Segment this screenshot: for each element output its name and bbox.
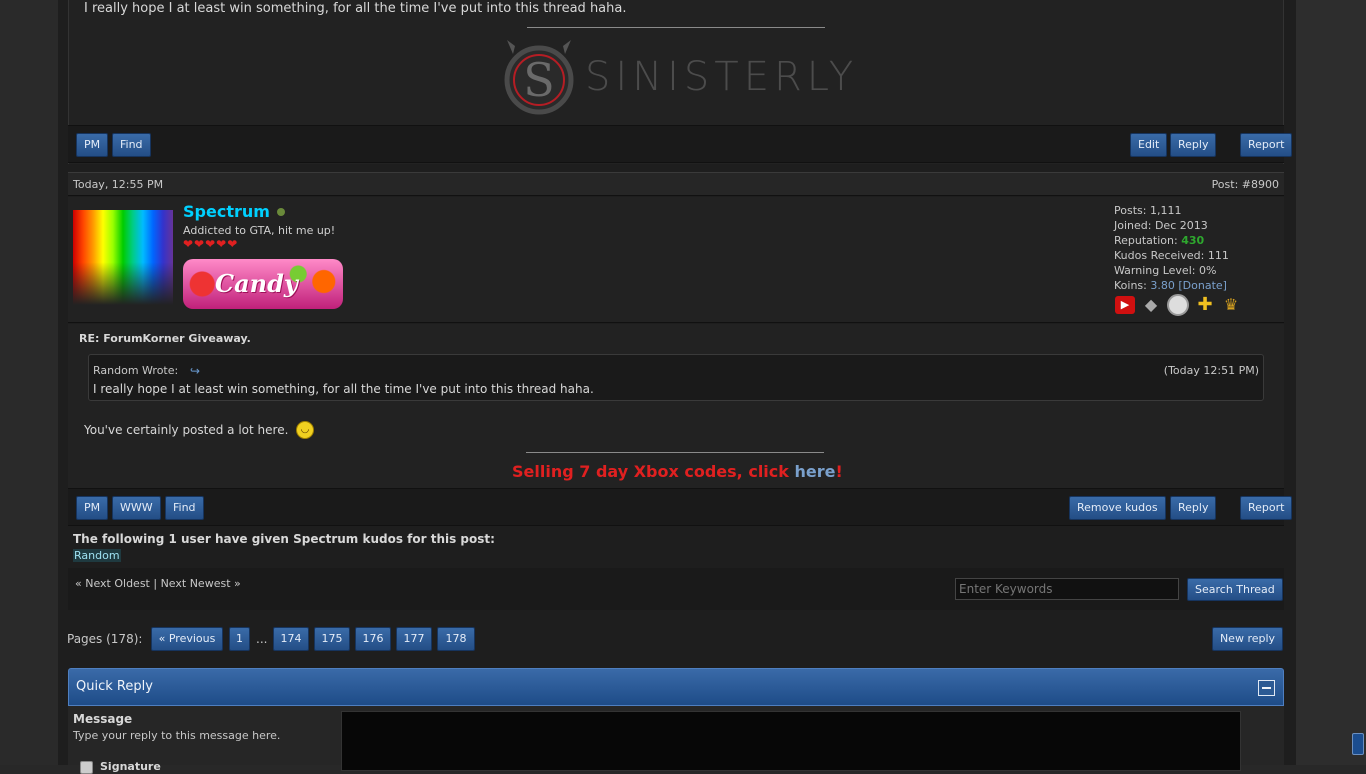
- sinisterly-logo-text: SINISTERLY: [585, 54, 859, 100]
- reputation: Reputation: 430: [1114, 233, 1279, 248]
- reputation-label: Reputation:: [1114, 234, 1182, 247]
- warning-level: Warning Level: 0%: [1114, 264, 1217, 277]
- message-hint: Type your reply to this message here.: [73, 729, 281, 742]
- find-button[interactable]: Find: [112, 133, 151, 157]
- quick-reply-header: Quick Reply: [68, 668, 1284, 706]
- signature-divider: [527, 27, 825, 28]
- scrollbar-thumb[interactable]: [1352, 733, 1364, 755]
- signature-checkbox[interactable]: [80, 761, 93, 774]
- kudos-user[interactable]: Random: [73, 549, 121, 562]
- quote-author: Random Wrote:: [93, 364, 179, 377]
- message-label: Message: [73, 712, 133, 726]
- post-date: Today, 12:55 PM: [73, 178, 164, 191]
- report-button[interactable]: Report: [1240, 133, 1293, 157]
- find-button[interactable]: Find: [165, 496, 204, 520]
- posts-count: Posts: 1,111: [1114, 204, 1182, 217]
- signature-end: !: [835, 462, 843, 481]
- diamond-award-icon: ◆: [1144, 295, 1158, 314]
- online-status-icon: [277, 208, 285, 216]
- user-title: Addicted to GTA, hit me up!: [183, 224, 336, 237]
- koins: Koins: 3.80 [Donate]: [1114, 278, 1279, 293]
- signature-link[interactable]: here: [794, 462, 835, 481]
- new-reply-button[interactable]: New reply: [1212, 627, 1283, 651]
- edit-button[interactable]: Edit: [1130, 133, 1168, 157]
- post-author: Spectrum Addicted to GTA, hit me up! ❤❤❤…: [68, 197, 1284, 323]
- post-message: You've certainly posted a lot here.: [84, 423, 289, 437]
- reply-button[interactable]: Reply: [1170, 496, 1217, 520]
- page-175-button[interactable]: 175: [314, 627, 350, 651]
- reply-button[interactable]: Reply: [1170, 133, 1217, 157]
- thread-container: I really hope I at least win something, …: [58, 0, 1296, 774]
- koins-label: Koins:: [1114, 279, 1151, 292]
- heart-stars: ❤❤❤❤❤: [183, 237, 239, 251]
- smile-emoji-icon: ◡: [296, 421, 314, 439]
- page-1-button[interactable]: 1: [229, 627, 250, 651]
- page-176-button[interactable]: 176: [355, 627, 391, 651]
- sinisterly-logo: S SINISTERLY: [493, 38, 853, 118]
- page-174-button[interactable]: 174: [273, 627, 309, 651]
- quick-reply-body: Message Type your reply to this message …: [68, 706, 1284, 774]
- quick-reply-title: Quick Reply: [76, 679, 153, 694]
- cross-award-icon: ✚: [1197, 294, 1213, 315]
- signature-divider: [526, 452, 824, 453]
- page-178-button[interactable]: 178: [437, 627, 475, 651]
- signature-promo: Selling 7 day Xbox codes, click: [512, 462, 795, 481]
- collapse-dash: [1262, 687, 1271, 689]
- reputation-value[interactable]: 430: [1181, 234, 1204, 247]
- candy-userbar-text: Candy: [215, 269, 298, 298]
- pm-button[interactable]: PM: [76, 496, 109, 520]
- post-number[interactable]: Post: #8900: [1212, 178, 1279, 191]
- pm-button[interactable]: PM: [76, 133, 109, 157]
- collapse-icon[interactable]: [1258, 680, 1275, 696]
- www-button[interactable]: WWW: [112, 496, 161, 520]
- previous-page-button[interactable]: « Previous: [151, 627, 223, 651]
- nav-links: « Next Oldest | Next Newest »: [75, 577, 241, 590]
- kudos-received: Kudos Received: 111: [1114, 249, 1229, 262]
- next-oldest-link[interactable]: « Next Oldest: [75, 577, 150, 590]
- quote-time: (Today 12:51 PM): [1163, 364, 1259, 377]
- ghost-award-icon: [1167, 294, 1189, 316]
- user-stats: Posts: 1,111 Joined: Dec 2013 Reputation…: [1114, 203, 1279, 293]
- kudos-heading: The following 1 user have given Spectrum…: [73, 532, 495, 546]
- right-gutter: [1296, 0, 1366, 765]
- koins-value: 3.80: [1150, 279, 1175, 292]
- thread-nav: « Next Oldest | Next Newest » Search Thr…: [68, 568, 1284, 610]
- search-thread-button[interactable]: Search Thread: [1187, 578, 1283, 601]
- post-body: RE: ForumKorner Giveaway. Random Wrote: …: [68, 324, 1284, 488]
- youtube-award-icon: ▶: [1115, 296, 1135, 314]
- report-button[interactable]: Report: [1240, 496, 1293, 520]
- left-gutter: [0, 0, 58, 765]
- post-subject: RE: ForumKorner Giveaway.: [79, 332, 251, 345]
- quote-text: I really hope I at least win something, …: [93, 382, 594, 396]
- next-newest-link[interactable]: Next Newest »: [161, 577, 241, 590]
- previous-post-text: I really hope I at least win something, …: [84, 1, 627, 16]
- pagination-ellipsis: ...: [256, 632, 268, 646]
- quote-jump-icon[interactable]: ↪: [190, 364, 200, 378]
- trophy-award-icon: ♛: [1223, 295, 1239, 314]
- nav-separator: |: [153, 577, 158, 590]
- message-textarea[interactable]: [341, 711, 1241, 771]
- post-buttons: PM WWW Find Remove kudos Reply Report: [68, 488, 1293, 526]
- award-badges: ▶ ◆ ✚ ♛: [1115, 294, 1255, 316]
- username[interactable]: Spectrum: [183, 202, 270, 221]
- avatar[interactable]: [73, 210, 173, 305]
- pages-label: Pages (178):: [67, 632, 143, 646]
- kudos-box: The following 1 user have given Spectrum…: [68, 527, 1284, 568]
- donate-link[interactable]: [Donate]: [1178, 279, 1227, 292]
- remove-kudos-button[interactable]: Remove kudos: [1069, 496, 1166, 520]
- signature-text: Selling 7 day Xbox codes, click here!: [512, 462, 843, 481]
- svg-text:S: S: [523, 53, 555, 107]
- signature-label: Signature: [100, 760, 161, 773]
- post-header: Today, 12:55 PM Post: #8900: [68, 172, 1284, 196]
- joined-date: Joined: Dec 2013: [1114, 219, 1208, 232]
- previous-post-buttons: PM Find Edit Reply Report: [68, 125, 1293, 163]
- quote-block: Random Wrote: ↪ (Today 12:51 PM) I reall…: [88, 354, 1264, 401]
- search-keywords-input[interactable]: [955, 578, 1179, 600]
- page-177-button[interactable]: 177: [396, 627, 432, 651]
- candy-userbar: Candy: [183, 259, 343, 309]
